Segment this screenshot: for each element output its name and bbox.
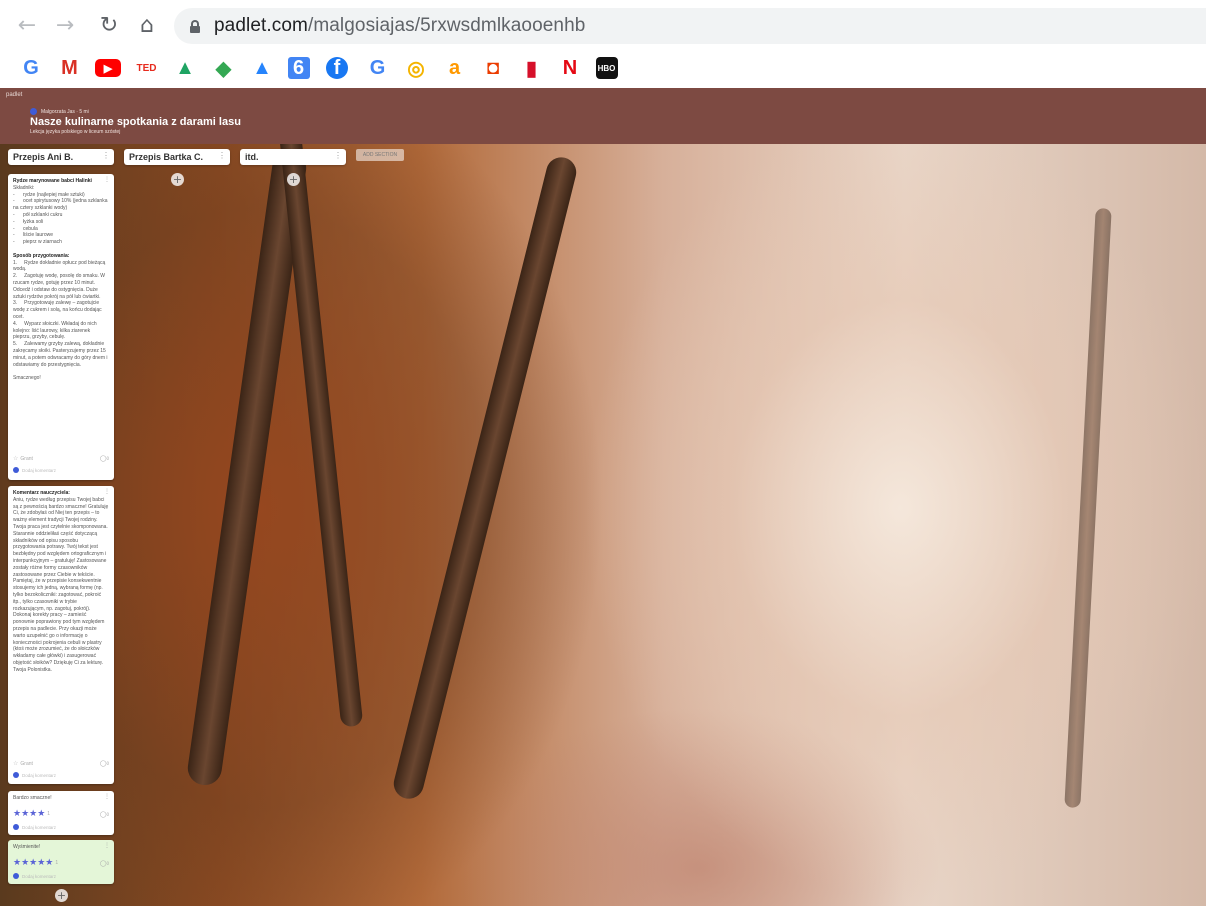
background-tree (1064, 207, 1112, 809)
add-post-plus-icon[interactable]: + (287, 173, 300, 186)
star-rating-icon[interactable]: ★★★★★ (13, 858, 53, 868)
section-header[interactable]: Przepis Bartka C. ⋮ (124, 149, 230, 165)
back-arrow-icon[interactable]: ← (10, 8, 44, 42)
gmail-icon[interactable]: M (57, 55, 83, 81)
post-ingredients: Składniki: - rydze (najlepiej małe sztuk… (13, 184, 108, 246)
more-vertical-icon[interactable]: ⋮ (218, 151, 226, 160)
padlet-header: padlet Malgorzata Jas · 5 mi Nasze kulin… (0, 88, 1206, 144)
forward-arrow-icon[interactable]: → (48, 8, 82, 42)
comment-icon[interactable]: ◯0 (100, 455, 109, 462)
browser-chrome: ← → ↻ ⌂ padlet.com/malgosiajas/5rxwsdmlk… (0, 0, 1206, 88)
section-title: Przepis Ani B. (13, 152, 74, 162)
add-post-plus-icon[interactable]: + (55, 889, 68, 902)
section-title: itd. (245, 152, 259, 162)
avatar (13, 873, 19, 879)
calendar-icon[interactable]: 6 (287, 57, 310, 79)
background-tree (278, 128, 364, 728)
url-text: padlet.com/malgosiajas/5rxwsdmlkaooenhb (214, 15, 586, 36)
post-title: Bardzo smaczne! (13, 795, 52, 801)
lock-icon (190, 19, 200, 33)
avatar (13, 772, 19, 778)
address-bar[interactable]: padlet.com/malgosiajas/5rxwsdmlkaooenhb (174, 8, 1206, 44)
post-title: Komentarz nauczyciela: (13, 490, 70, 496)
avatar (13, 824, 19, 830)
rating-row[interactable]: ★★★★ 1 (13, 809, 50, 819)
star-count: 1 (55, 860, 59, 866)
rating-row[interactable]: ☆ Grant (13, 455, 33, 462)
post-method: 1. Rydze dokładnie opłucz pod bieżącą wo… (13, 259, 108, 382)
bookmarks-bar: G M ▶ TED ▲ ◆ ▲ 6 f G ◎ a ◘ ▮ N HBO (0, 50, 1206, 88)
post-title: Wyśmienite! (13, 844, 41, 850)
google-icon-2[interactable]: G (365, 55, 391, 81)
more-vertical-icon[interactable]: ⋮ (334, 151, 342, 160)
youtube-icon[interactable]: ▶ (95, 59, 121, 77)
author-name: Malgorzata Jas · 5 mi (41, 108, 89, 115)
ted-icon[interactable]: TED (134, 55, 160, 81)
page-subtitle: Lekcja języka polskiego w liceum szóstej (30, 129, 121, 135)
google-icon[interactable]: G (18, 55, 44, 81)
post-content: Rydze marynowane babci Halinki Składniki… (13, 178, 109, 382)
add-section-button[interactable]: ADD SECTION (356, 149, 404, 161)
post-card[interactable]: ⋮ Rydze marynowane babci Halinki Składni… (8, 174, 114, 480)
red-bookmark-icon[interactable]: ▮ (519, 55, 545, 81)
rating-label: Grant (20, 760, 33, 767)
more-vertical-icon[interactable]: ⋮ (102, 151, 110, 160)
reload-icon[interactable]: ↻ (92, 8, 126, 42)
add-comment-field[interactable]: Dodaj komentarz (13, 772, 56, 778)
comment-icon[interactable]: ◯0 (100, 811, 109, 818)
rating-row[interactable]: ☆ Grant (13, 760, 33, 767)
drive-icon-2[interactable]: ▲ (249, 55, 275, 81)
add-comment-field[interactable]: Dodaj komentarz (13, 873, 56, 879)
comment-placeholder: Dodaj komentarz (22, 873, 57, 879)
add-post-plus-icon[interactable]: + (171, 173, 184, 186)
padlet-logo-text: padlet (6, 92, 23, 98)
hbogo-icon[interactable]: HBO (595, 57, 618, 79)
page-title: Nasze kulinarne spotkania z darami lasu (30, 116, 241, 128)
post-method-title: Sposób przygotowania: (13, 252, 70, 259)
star-rating-icon[interactable]: ★★★★ (13, 809, 45, 819)
section-header[interactable]: itd. ⋮ (240, 149, 346, 165)
netflix-icon[interactable]: N (557, 55, 583, 81)
star-outline-icon[interactable]: ☆ (13, 455, 18, 462)
background-tree (390, 154, 580, 802)
office-icon[interactable]: ◘ (480, 55, 506, 81)
padlet-board: padlet Malgorzata Jas · 5 mi Nasze kulin… (0, 88, 1206, 906)
author-row: Malgorzata Jas · 5 mi (30, 108, 89, 115)
section-header[interactable]: Przepis Ani B. ⋮ (8, 149, 114, 165)
amazon-icon[interactable]: a (442, 55, 468, 81)
post-content: Komentarz nauczyciela: Aniu, rydze wedłu… (13, 490, 109, 674)
comment-icon[interactable]: ◯0 (100, 860, 109, 867)
add-comment-field[interactable]: Dodaj komentarz (13, 824, 56, 830)
browser-toolbar: ← → ↻ ⌂ padlet.com/malgosiajas/5rxwsdmlk… (0, 0, 1206, 50)
comment-placeholder: Dodaj komentarz (22, 467, 57, 473)
rating-row[interactable]: ★★★★★ 1 (13, 858, 58, 868)
comment-icon[interactable]: ◯0 (100, 760, 109, 767)
post-card[interactable]: ⋮ Bardzo smaczne! ★★★★ 1 ◯0 Dodaj koment… (8, 791, 114, 835)
star-outline-icon[interactable]: ☆ (13, 760, 18, 767)
avatar (13, 467, 19, 473)
star-count: 1 (47, 811, 51, 817)
post-title: Rydze marynowane babci Halinki (13, 178, 92, 184)
home-icon[interactable]: ⌂ (130, 8, 164, 42)
post-card[interactable]: ⋮ Wyśmienite! ★★★★★ 1 ◯0 Dodaj komentarz (8, 840, 114, 884)
post-card[interactable]: ⋮ Komentarz nauczyciela: Aniu, rydze wed… (8, 486, 114, 784)
comment-placeholder: Dodaj komentarz (22, 824, 57, 830)
add-comment-field[interactable]: Dodaj komentarz (13, 467, 56, 473)
post-text: Aniu, rydze według przepisu Twojej babci… (13, 496, 110, 673)
rating-label: Grant (20, 455, 33, 462)
section-title: Przepis Bartka C. (129, 152, 204, 162)
maps-icon[interactable]: ◆ (211, 55, 237, 81)
target-icon[interactable]: ◎ (403, 55, 429, 81)
facebook-icon[interactable]: f (326, 57, 348, 79)
avatar (30, 108, 37, 115)
comment-placeholder: Dodaj komentarz (22, 772, 57, 778)
drive-icon[interactable]: ▲ (172, 55, 198, 81)
